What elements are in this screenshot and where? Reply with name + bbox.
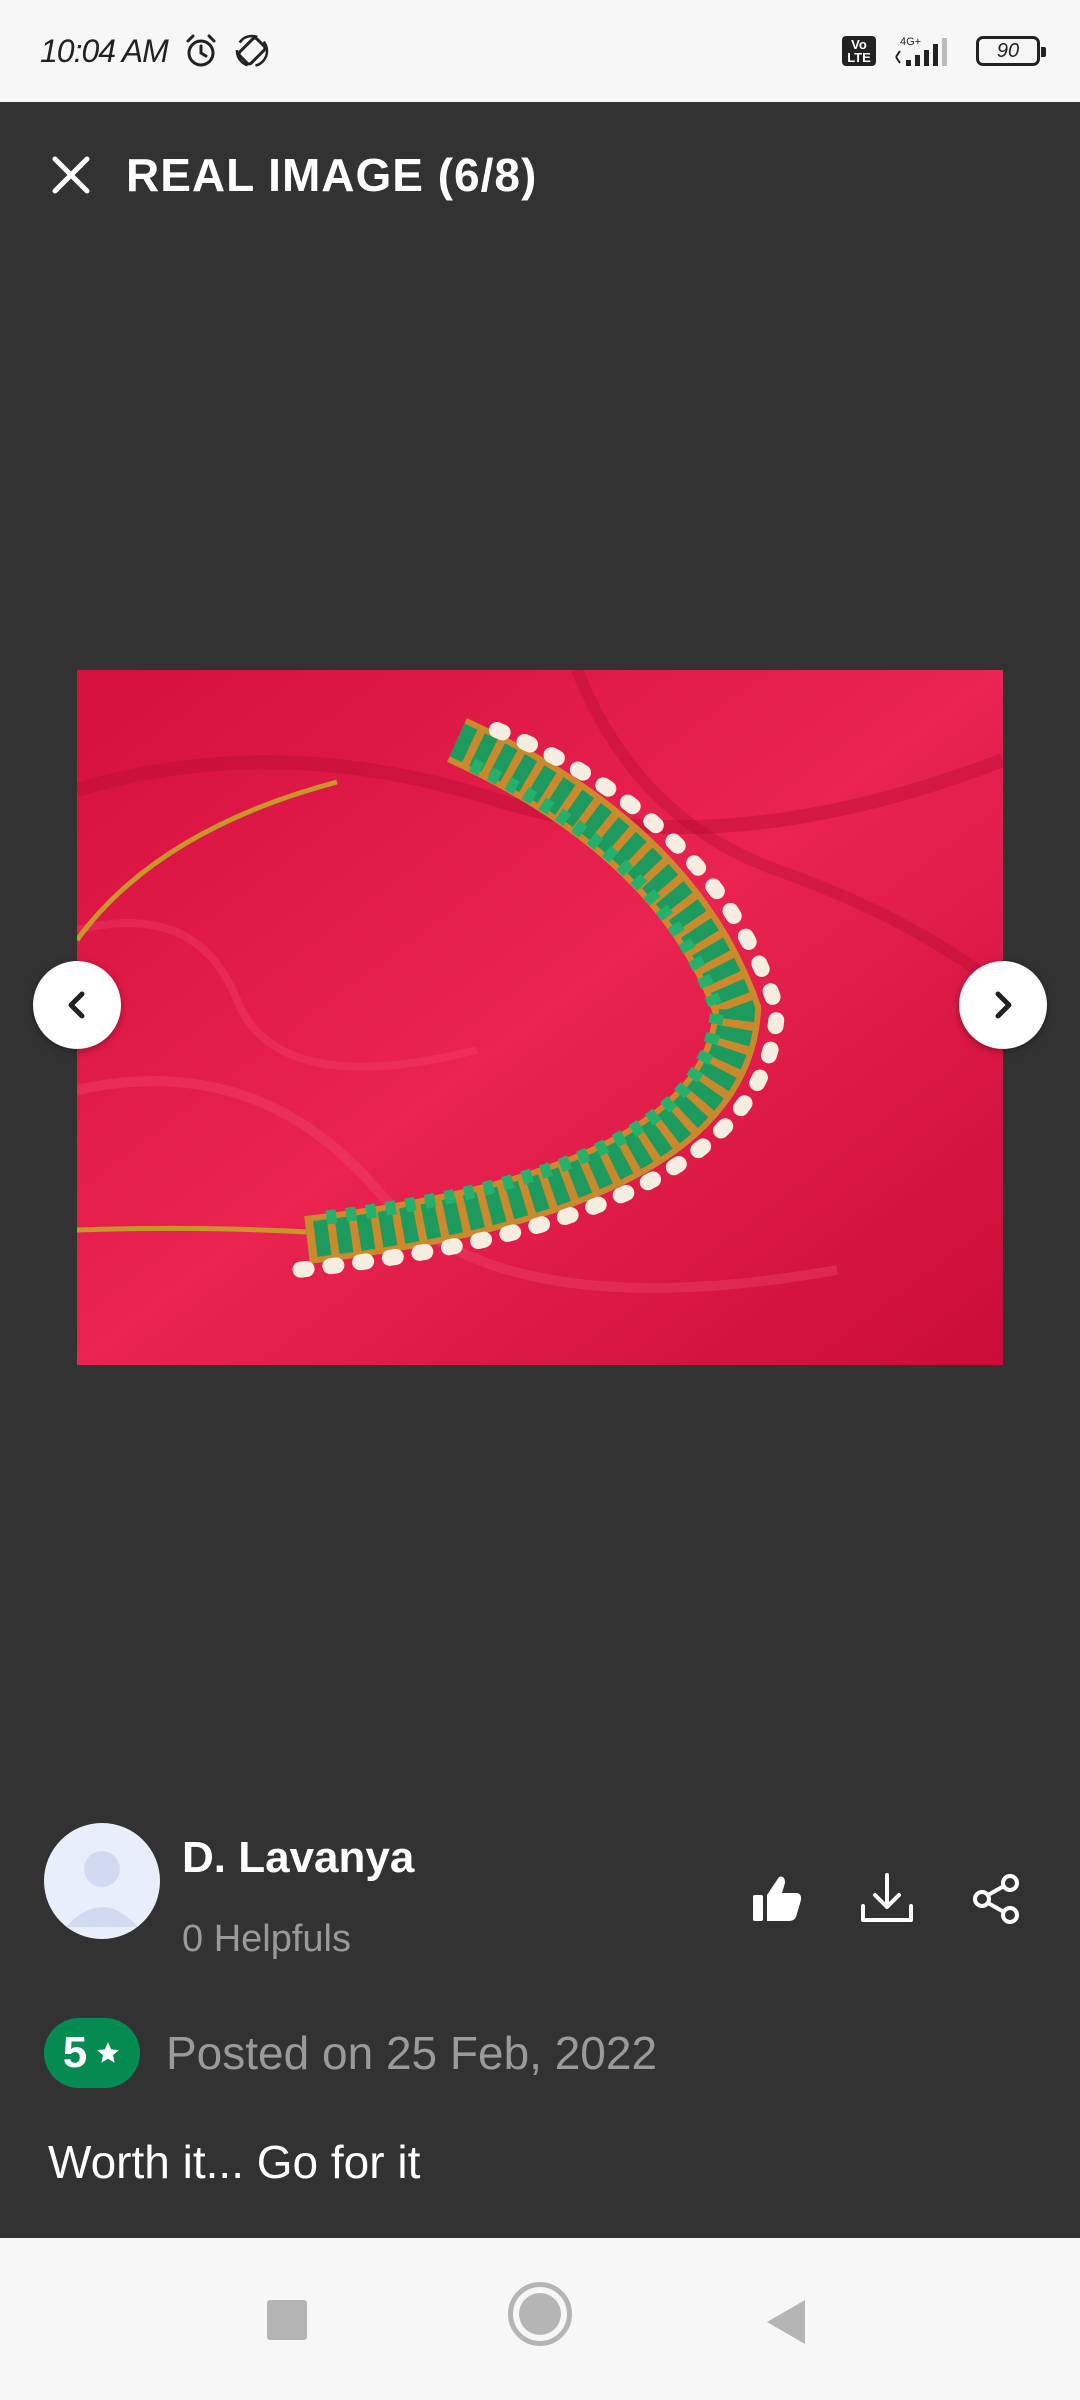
share-icon (973, 1874, 1019, 1924)
battery-level: 90 (996, 39, 1020, 62)
battery-icon: 90 (976, 36, 1046, 66)
review-text: Worth it... Go for it (48, 2136, 421, 2188)
avatar (44, 1823, 160, 1939)
like-button[interactable] (741, 1863, 813, 1935)
status-time: 10:04 AM (40, 32, 169, 69)
helpful-count: 0 Helpfuls (182, 1918, 351, 1960)
thumbs-up-icon (753, 1876, 802, 1921)
next-image-button[interactable] (959, 961, 1047, 1049)
download-icon (861, 1873, 913, 1922)
chevron-right-icon (995, 991, 1012, 1019)
auto-rotate-icon (234, 33, 270, 69)
rating-badge: 5 (44, 2018, 140, 2088)
reviewer-name: D. Lavanya (182, 1833, 415, 1882)
page-title: REAL IMAGE (6/8) (126, 148, 538, 201)
star-icon (97, 2042, 120, 2063)
viewer-header: REAL IMAGE (6/8) (0, 102, 1080, 247)
system-nav-bar (0, 2238, 1080, 2400)
close-icon (52, 156, 90, 193)
alarm-icon (182, 32, 220, 70)
home-button[interactable] (508, 2282, 572, 2346)
review-photo[interactable] (77, 670, 1003, 1365)
volte-icon: Vo LTE (842, 36, 876, 66)
rating-value: 5 (62, 2028, 88, 2077)
download-button[interactable] (851, 1863, 923, 1935)
status-left: 10:04 AM (40, 32, 270, 70)
home-icon (519, 2293, 561, 2335)
recents-button[interactable] (267, 2300, 307, 2340)
status-right: Vo LTE 4G+ 90 (842, 33, 1046, 69)
back-icon (767, 2300, 805, 2344)
chevron-left-icon (68, 991, 85, 1019)
posted-date: Posted on 25 Feb, 2022 (166, 2027, 658, 2079)
share-button[interactable] (960, 1863, 1032, 1935)
previous-image-button[interactable] (33, 961, 121, 1049)
network-type-label: 4G+ (900, 36, 921, 48)
signal-icon: 4G+ (894, 33, 958, 69)
close-button[interactable] (46, 150, 96, 200)
back-button[interactable] (763, 2298, 809, 2351)
rating-row: 5 Posted on 25 Feb, 2022 (44, 2017, 657, 2089)
status-bar: 10:04 AM Vo LTE 4G+ 90 (0, 0, 1080, 102)
